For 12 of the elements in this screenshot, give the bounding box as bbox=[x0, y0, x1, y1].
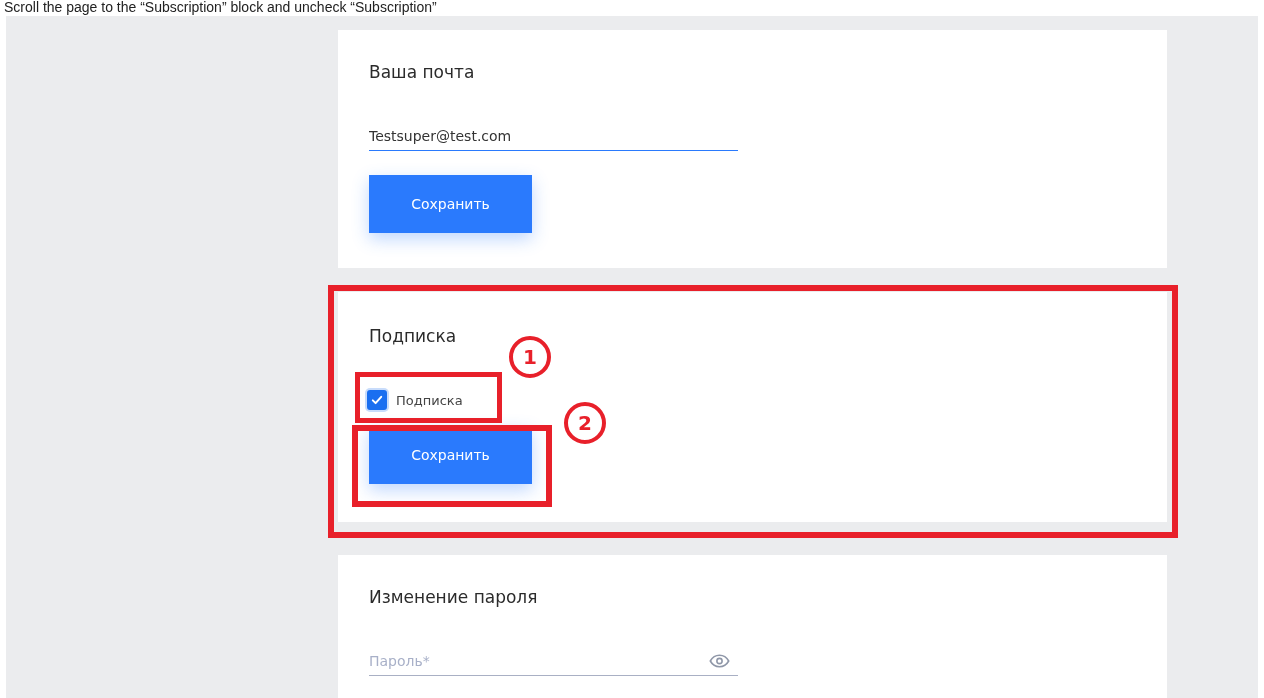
step-badge: 2 bbox=[564, 402, 606, 444]
checkbox[interactable] bbox=[367, 390, 387, 410]
email-field[interactable]: Testsuper@test.com bbox=[369, 128, 738, 151]
check-icon bbox=[370, 393, 384, 407]
section-title: Ваша почта bbox=[369, 61, 476, 84]
checkbox-label[interactable]: Подписка bbox=[396, 392, 463, 408]
instruction-text: Scroll the page to the “Subscription” block and uncheck “Subscription” bbox=[3, 0, 438, 16]
section-title: Изменение пароля bbox=[369, 586, 539, 609]
save-button[interactable]: Сохранить bbox=[369, 175, 532, 233]
step-badge: 1 bbox=[509, 336, 551, 378]
section-title: Подписка bbox=[369, 325, 458, 348]
eye-icon[interactable] bbox=[709, 654, 730, 668]
